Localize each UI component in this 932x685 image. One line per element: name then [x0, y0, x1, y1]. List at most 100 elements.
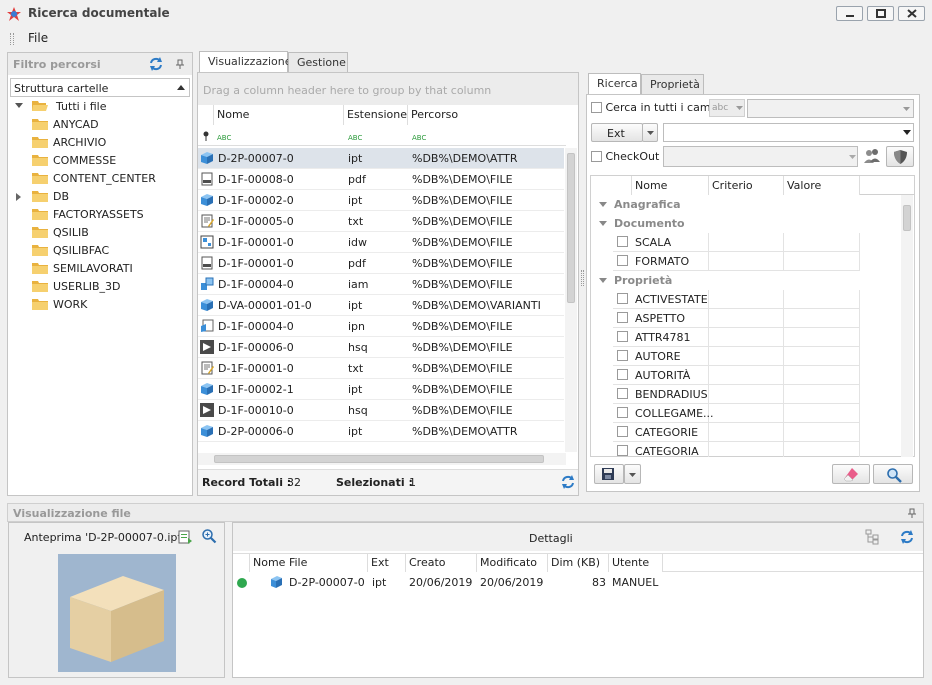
refresh-icon[interactable]	[560, 474, 576, 490]
property-row[interactable]: COLLEGAME...	[591, 404, 899, 423]
pin-icon[interactable]	[907, 508, 917, 518]
table-row[interactable]: D-2P-00006-0 ipt %DB%\DEMO\ATTR	[198, 421, 564, 442]
tree-folder-qsilib[interactable]: QSILIB	[32, 224, 89, 242]
table-row[interactable]: D-1F-00002-0 ipt %DB%\DEMO\FILE	[198, 190, 564, 211]
tree-folder-content_center[interactable]: CONTENT_CENTER	[32, 170, 156, 188]
property-group[interactable]: Documento	[591, 214, 899, 233]
col-prop-nome[interactable]: Nome	[632, 176, 709, 195]
property-criterio-cell[interactable]	[709, 233, 784, 252]
ext-value-select[interactable]	[663, 123, 914, 142]
property-checkbox[interactable]	[617, 350, 628, 361]
property-row[interactable]: CATEGORIA	[591, 442, 899, 457]
property-valore-cell[interactable]	[784, 252, 860, 271]
property-criterio-cell[interactable]	[709, 423, 784, 442]
property-valore-cell[interactable]	[784, 233, 860, 252]
property-row[interactable]: ATTR4781	[591, 328, 899, 347]
tab-gestione[interactable]: Gestione	[288, 52, 348, 73]
table-row[interactable]: D-1F-00010-0 hsq %DB%\DEMO\FILE	[198, 400, 564, 421]
zoom-icon[interactable]	[201, 528, 217, 544]
table-row[interactable]: D-1F-00004-0 ipn %DB%\DEMO\FILE	[198, 316, 564, 337]
checkout-user-select[interactable]	[663, 146, 858, 167]
checkout-check[interactable]	[591, 151, 602, 162]
grid-vscroll-thumb[interactable]	[567, 153, 575, 303]
col-prop-valore[interactable]: Valore	[784, 176, 860, 195]
clear-button[interactable]	[832, 464, 870, 484]
tree-root[interactable]: Tutti i file	[14, 98, 107, 116]
abc-filter-icon[interactable]: ABC	[217, 132, 233, 142]
pin-icon[interactable]	[175, 59, 185, 69]
col-nome-file[interactable]: Nome File	[250, 554, 368, 572]
collapse-icon[interactable]	[599, 221, 607, 227]
property-checkbox[interactable]	[617, 407, 628, 418]
property-checkbox[interactable]	[617, 369, 628, 380]
property-valore-cell[interactable]	[784, 309, 860, 328]
tree-folder-qsilibfac[interactable]: QSILIBFAC	[32, 242, 109, 260]
save-dropdown-button[interactable]	[624, 464, 641, 484]
abc-filter-icon[interactable]: ABC	[348, 132, 364, 142]
tree-folder-factoryassets[interactable]: FACTORYASSETS	[32, 206, 144, 224]
ext-button[interactable]: Ext	[591, 123, 643, 142]
property-checkbox[interactable]	[617, 255, 628, 266]
col-ext[interactable]: Ext	[368, 554, 406, 572]
collapse-icon[interactable]	[599, 278, 607, 284]
col-nome[interactable]: Nome	[214, 105, 344, 125]
search-all-check[interactable]	[591, 102, 602, 113]
property-criterio-cell[interactable]	[709, 347, 784, 366]
tab-visualizzazione[interactable]: Visualizzazione	[199, 51, 291, 73]
tree-folder-anycad[interactable]: ANYCAD	[32, 116, 99, 134]
property-valore-cell[interactable]	[784, 347, 860, 366]
group-panel[interactable]: Drag a column header here to group by th…	[198, 73, 578, 105]
property-criterio-cell[interactable]	[709, 328, 784, 347]
col-percorso[interactable]: Percorso	[408, 105, 566, 125]
table-row[interactable]: D-1F-00005-0 txt %DB%\DEMO\FILE	[198, 211, 564, 232]
property-row[interactable]: AUTORE	[591, 347, 899, 366]
col-creato[interactable]: Creato	[406, 554, 477, 572]
property-vscrollbar[interactable]	[901, 195, 913, 457]
search-all-checkbox[interactable]: Cerca in tutti i campi	[591, 101, 721, 114]
table-row[interactable]: D-1F-00002-1 ipt %DB%\DEMO\FILE	[198, 379, 564, 400]
property-group[interactable]: Anagrafica	[591, 195, 899, 214]
save-button[interactable]	[594, 464, 624, 484]
table-row[interactable]: D-1F-00001-0 txt %DB%\DEMO\FILE	[198, 358, 564, 379]
property-criterio-cell[interactable]	[709, 309, 784, 328]
collapse-icon[interactable]	[599, 202, 607, 208]
menu-file[interactable]: File	[28, 31, 48, 45]
property-criterio-cell[interactable]	[709, 252, 784, 271]
users-icon[interactable]	[863, 147, 881, 165]
grid-hscrollbar[interactable]	[198, 453, 566, 465]
expand-down-icon[interactable]	[14, 101, 24, 111]
ext-dropdown-button[interactable]	[642, 123, 658, 142]
table-row[interactable]: D-VA-00001-01-0 ipt %DB%\DEMO\VARIANTI	[198, 295, 564, 316]
property-checkbox[interactable]	[617, 331, 628, 342]
property-valore-cell[interactable]	[784, 290, 860, 309]
table-row[interactable]: D-1F-00004-0 iam %DB%\DEMO\FILE	[198, 274, 564, 295]
details-row[interactable]: D-2P-00007-0 ipt 20/06/2019 20/06/2019 8…	[233, 573, 923, 592]
property-valore-cell[interactable]	[784, 385, 860, 404]
property-checkbox[interactable]	[617, 312, 628, 323]
table-row[interactable]: D-1F-00006-0 hsq %DB%\DEMO\FILE	[198, 337, 564, 358]
grid-hscroll-thumb[interactable]	[214, 455, 544, 463]
property-checkbox[interactable]	[617, 445, 628, 456]
tree-folder-archivio[interactable]: ARCHIVIO	[32, 134, 106, 152]
tab-proprieta[interactable]: Proprietà	[641, 74, 704, 95]
abc-selector[interactable]: abc	[709, 99, 745, 117]
property-criterio-cell[interactable]	[709, 385, 784, 404]
grid-vscrollbar[interactable]	[565, 148, 577, 452]
property-criterio-cell[interactable]	[709, 290, 784, 309]
close-button[interactable]	[898, 6, 925, 21]
col-estensione[interactable]: Estensione	[344, 105, 408, 125]
property-checkbox[interactable]	[617, 293, 628, 304]
table-row[interactable]: D-2P-00007-0 ipt %DB%\DEMO\ATTR	[198, 148, 564, 169]
tree-view-icon[interactable]	[865, 529, 879, 545]
property-group[interactable]: Proprietà	[591, 271, 899, 290]
tree-folder-semilavorati[interactable]: SEMILAVORATI	[32, 260, 133, 278]
property-valore-cell[interactable]	[784, 442, 860, 457]
property-checkbox[interactable]	[617, 388, 628, 399]
refresh-icon[interactable]	[899, 529, 915, 545]
refresh-icon[interactable]	[148, 56, 164, 72]
property-row[interactable]: ASPETTO	[591, 309, 899, 328]
search-button[interactable]	[873, 464, 913, 484]
table-row[interactable]: D-1F-00008-0 pdf %DB%\DEMO\FILE	[198, 169, 564, 190]
search-field-select[interactable]	[747, 99, 914, 118]
export-icon[interactable]	[177, 529, 193, 545]
